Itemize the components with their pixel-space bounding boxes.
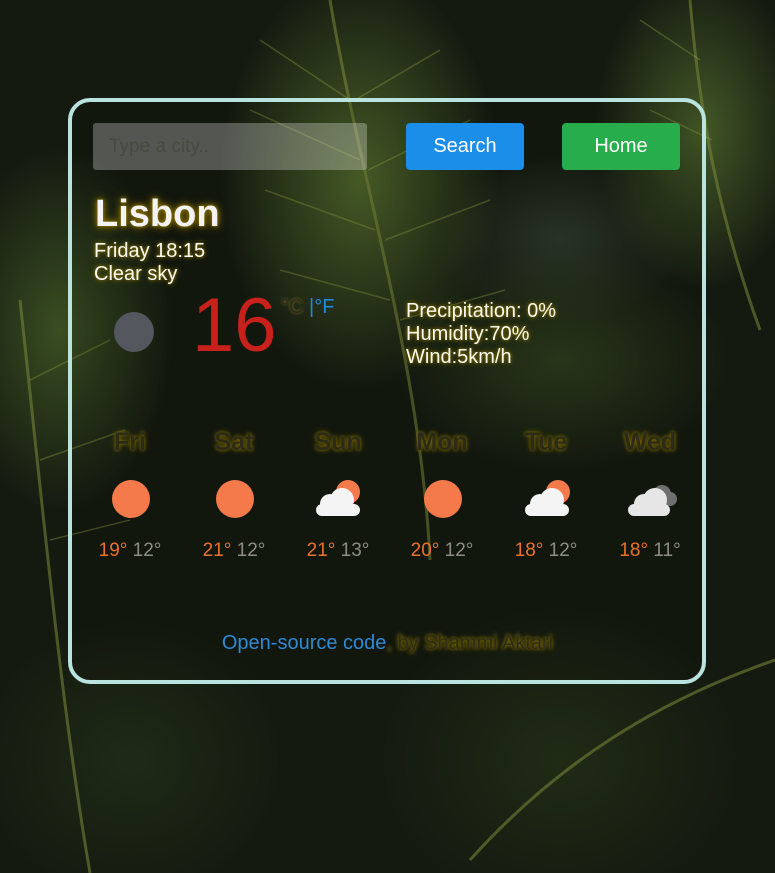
sun-icon (424, 480, 462, 518)
forecast-temps: 18° 11° (598, 540, 702, 562)
sun-icon (216, 480, 254, 518)
forecast-day-name: Wed (623, 428, 677, 456)
city-name: Lisbon (95, 193, 220, 235)
home-button[interactable]: Home (562, 123, 680, 170)
open-source-link[interactable]: Open-source code (222, 632, 387, 654)
wind-text: Wind:5km/h (406, 346, 512, 368)
forecast-min-temp: 11° (653, 540, 681, 561)
forecast-day-name: Mon (416, 428, 468, 456)
forecast-max-temp: 19° (98, 540, 128, 561)
unit-separator: | (303, 296, 315, 318)
forecast-min-temp: 13° (340, 540, 370, 561)
forecast-max-temp: 18° (514, 540, 544, 561)
forecast-max-temp: 18° (619, 540, 649, 561)
forecast-day-name: Sat (214, 428, 254, 456)
forecast-day-name: Tue (524, 428, 568, 456)
city-search-input[interactable] (93, 123, 367, 170)
forecast-day-name: Fri (114, 428, 146, 456)
forecast-min-temp: 12° (132, 540, 162, 561)
forecast-max-temp: 21° (306, 540, 336, 561)
unit-toggle: °C |°F (281, 296, 334, 319)
cloudy-icon (628, 485, 677, 516)
forecast-temps: 19° 12° (78, 540, 182, 562)
partly-cloudy-icon (316, 480, 360, 516)
forecast-max-temp: 20° (410, 540, 440, 561)
humidity-text: Humidity:70% (406, 323, 530, 345)
footer: Open-source code, by Shammi Aktari (0, 632, 775, 655)
forecast-day-name: Sun (314, 428, 362, 456)
moon-icon (114, 312, 154, 352)
forecast-temps: 21° 12° (182, 540, 286, 562)
forecast-max-temp: 21° (202, 540, 232, 561)
footer-author: , by Shammi Aktari (386, 632, 554, 654)
celsius-link[interactable]: °C (281, 296, 303, 318)
forecast-temps: 21° 13° (286, 540, 390, 562)
sun-icon (112, 480, 150, 518)
forecast-temps: 18° 12° (494, 540, 598, 562)
weather-description: Clear sky (94, 263, 178, 285)
forecast-min-temp: 12° (548, 540, 578, 561)
fahrenheit-link[interactable]: °F (314, 296, 334, 318)
precipitation-text: Precipitation: 0% (406, 300, 557, 322)
partly-cloudy-icon (525, 480, 570, 516)
weather-card (68, 98, 706, 684)
current-datetime: Friday 18:15 (94, 240, 206, 262)
search-button[interactable]: Search (406, 123, 524, 170)
forecast-temps: 20° 12° (390, 540, 494, 562)
current-temperature: 16 (192, 283, 277, 368)
forecast-min-temp: 12° (444, 540, 474, 561)
forecast-min-temp: 12° (236, 540, 266, 561)
